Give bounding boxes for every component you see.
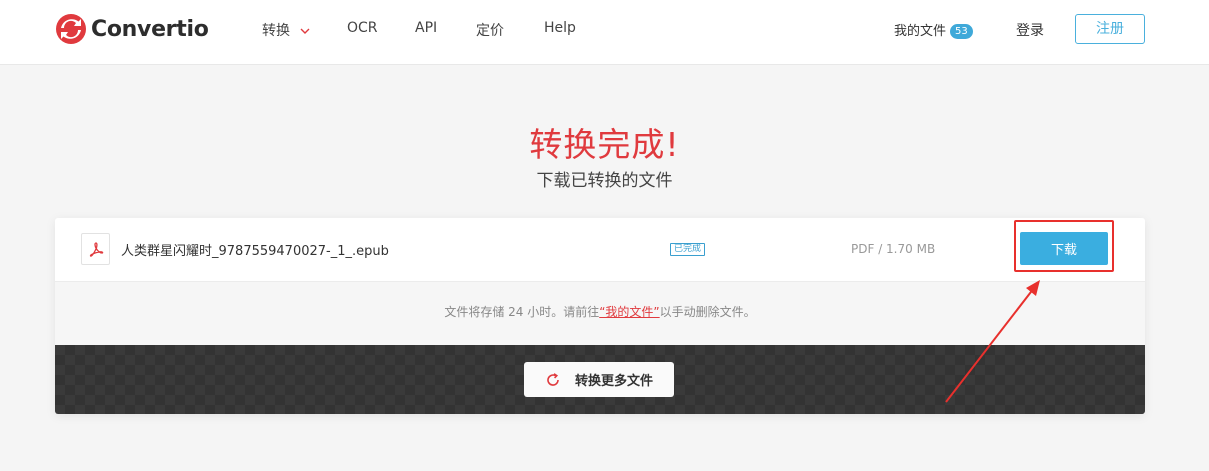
status-badge: 已完成 bbox=[670, 243, 706, 256]
nav-convert[interactable]: 转换 bbox=[262, 20, 310, 40]
nav-help[interactable]: Help bbox=[544, 20, 576, 36]
my-files-link[interactable]: 我的文件 53 bbox=[894, 20, 973, 39]
nav-api[interactable]: API bbox=[415, 20, 437, 36]
convert-more-bar: 转换更多文件 bbox=[55, 345, 1145, 414]
refresh-icon bbox=[547, 372, 559, 386]
chevron-down-icon bbox=[300, 28, 310, 34]
signup-button[interactable]: 注册 bbox=[1075, 14, 1145, 44]
convert-more-button[interactable]: 转换更多文件 bbox=[524, 362, 674, 397]
convert-more-label: 转换更多文件 bbox=[574, 373, 653, 388]
login-link[interactable]: 登录 bbox=[1016, 20, 1044, 40]
nav-convert-label: 转换 bbox=[262, 23, 290, 39]
my-files-notice-link[interactable]: “我的文件” bbox=[599, 305, 659, 319]
storage-notice: 文件将存储 24 小时。请前往“我的文件”以手动删除文件。 bbox=[55, 282, 1145, 345]
page-title: 转换完成! bbox=[529, 125, 680, 164]
my-files-label: 我的文件 bbox=[894, 24, 947, 39]
logo[interactable]: Convertio bbox=[55, 13, 209, 45]
top-header: Convertio 转换 OCR API 定价 Help 我的文件 53 登录 注… bbox=[0, 0, 1209, 65]
storage-notice-suffix: 以手动删除文件。 bbox=[659, 305, 756, 319]
brand-name: Convertio bbox=[91, 16, 209, 42]
nav-ocr[interactable]: OCR bbox=[347, 20, 378, 36]
file-count-badge: 53 bbox=[950, 24, 973, 39]
logo-icon bbox=[56, 14, 86, 44]
nav-pricing[interactable]: 定价 bbox=[476, 20, 504, 40]
file-format-size: PDF / 1.70 MB bbox=[851, 242, 936, 256]
pdf-icon bbox=[81, 233, 110, 265]
highlight-box bbox=[1014, 220, 1114, 272]
file-name: 人类群星闪耀时_9787559470027-_1_.epub bbox=[121, 244, 389, 259]
result-card: 人类群星闪耀时_9787559470027-_1_.epub 已完成 PDF /… bbox=[55, 218, 1145, 414]
page-subtitle: 下载已转换的文件 bbox=[536, 171, 673, 191]
storage-notice-prefix: 文件将存储 24 小时。请前往 bbox=[444, 305, 600, 319]
file-row: 人类群星闪耀时_9787559470027-_1_.epub 已完成 PDF /… bbox=[55, 218, 1145, 282]
